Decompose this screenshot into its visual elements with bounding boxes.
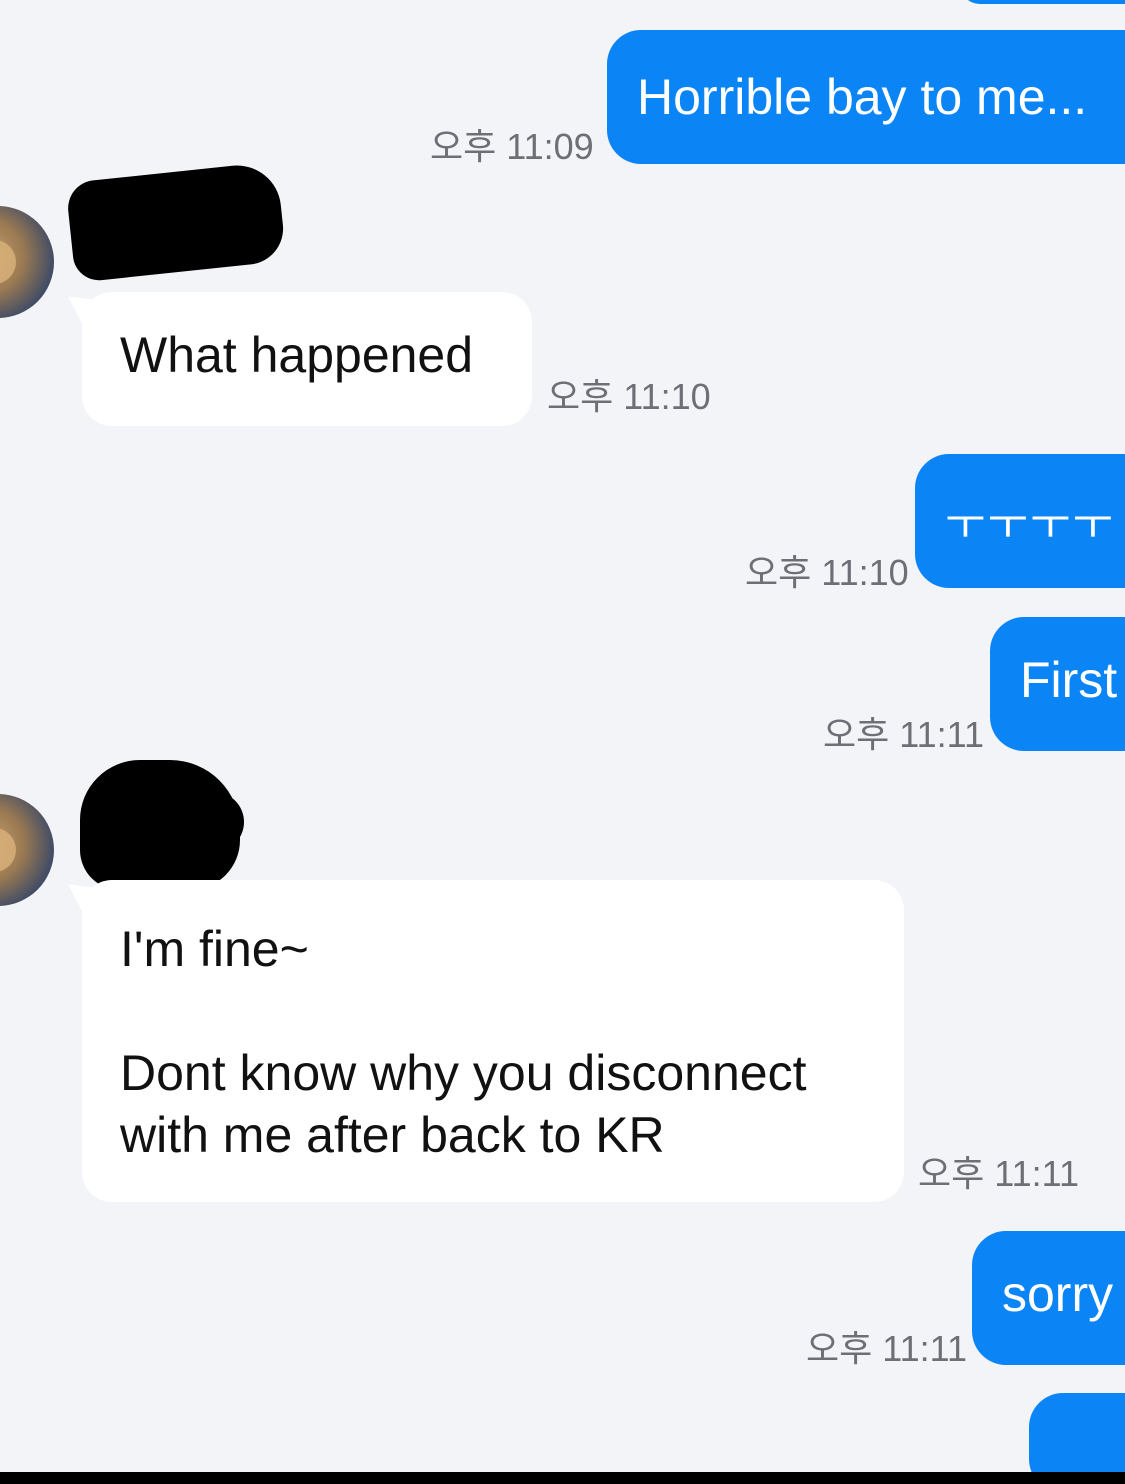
message-bubble-outgoing[interactable]: First (990, 617, 1125, 751)
message-bubble-outgoing[interactable]: sorry (972, 1231, 1125, 1365)
chat-thread[interactable]: 오후 11:09 Horrible bay to me... What happ… (0, 0, 1125, 1472)
message-timestamp: 오후 11:09 (430, 126, 594, 167)
avatar-photo (0, 240, 16, 284)
contact-avatar[interactable] (0, 794, 54, 906)
message-timestamp: 오후 11:11 (823, 714, 984, 755)
message-bubble-outgoing-partial[interactable] (960, 0, 1125, 4)
message-timestamp: 오후 11:11 (806, 1328, 967, 1369)
redacted-sender-name (65, 161, 287, 283)
message-bubble-incoming[interactable]: What happened (82, 292, 532, 426)
message-timestamp: 오후 11:11 (918, 1153, 1079, 1194)
message-bubble-outgoing-partial[interactable] (1029, 1393, 1125, 1472)
redacted-sender-name-part (150, 792, 244, 852)
message-timestamp: 오후 11:10 (745, 552, 909, 593)
message-bubble-outgoing[interactable]: ㅜㅜㅜㅜ (915, 454, 1125, 588)
message-timestamp: 오후 11:10 (547, 376, 711, 417)
message-bubble-outgoing[interactable]: Horrible bay to me... (607, 30, 1125, 164)
message-bubble-incoming[interactable]: I'm fine~ Dont know why you disconnect w… (82, 880, 904, 1202)
screen-bottom-edge (0, 1472, 1125, 1484)
avatar-photo (0, 828, 16, 872)
contact-avatar[interactable] (0, 206, 54, 318)
